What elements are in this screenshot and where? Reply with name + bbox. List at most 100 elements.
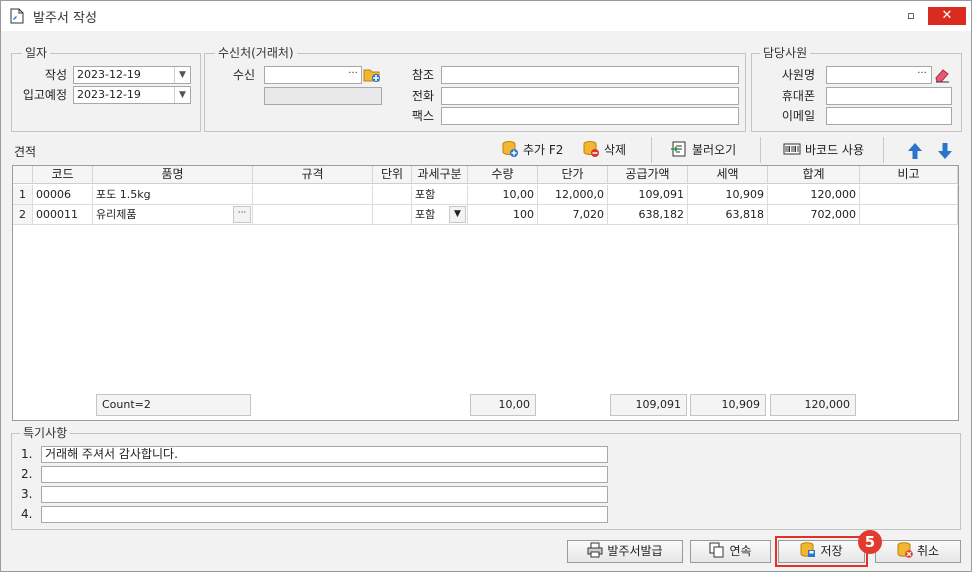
chevron-down-icon[interactable]: ▼ <box>174 87 190 103</box>
column-header[interactable]: 비고 <box>860 166 958 184</box>
grid-header: 코드 품명 규격 단위 과세구분 수량 단가 공급가액 세액 합계 비고 <box>13 166 958 184</box>
continuous-button[interactable]: 연속 <box>690 540 771 563</box>
tax-select[interactable]: 포함 ▼ <box>412 205 468 225</box>
memo-line-input[interactable] <box>41 506 608 523</box>
cell-code[interactable]: 00006 <box>33 185 93 205</box>
minimize-button[interactable]: ▫ <box>901 7 921 25</box>
cell-vat[interactable]: 10,909 <box>688 185 768 205</box>
staff-email-label: 이메일 <box>781 109 815 123</box>
recipient-group-title: 수신처(거래처) <box>215 46 297 60</box>
reference-field[interactable] <box>441 66 739 84</box>
cell-total[interactable]: 702,000 <box>768 205 860 225</box>
barcode-button[interactable]: 바코드 사용 <box>783 138 864 162</box>
row-number: 1 <box>13 185 33 205</box>
arrival-date-label: 입고예정 <box>22 88 67 102</box>
cell-note[interactable] <box>860 185 958 205</box>
cell-vat[interactable]: 63,818 <box>688 205 768 225</box>
cell-supply[interactable]: 109,091 <box>608 185 688 205</box>
close-button[interactable]: ✕ <box>928 7 966 25</box>
cell-unit[interactable] <box>373 205 412 225</box>
arrival-date-field[interactable]: 2023-12-19 ▼ <box>73 86 191 104</box>
column-header[interactable]: 합계 <box>768 166 860 184</box>
item-lookup-button[interactable]: ··· <box>233 206 251 223</box>
chevron-down-icon[interactable]: ▼ <box>449 206 466 223</box>
toolbar-divider <box>760 137 761 163</box>
cell-name-value: 유리제품 <box>96 208 137 221</box>
issue-po-button[interactable]: 발주서발급 <box>567 540 683 563</box>
cell-supply[interactable]: 638,182 <box>608 205 688 225</box>
tax-select-value: 포함 <box>415 208 436 221</box>
column-header[interactable]: 수량 <box>468 166 538 184</box>
cell-unit[interactable] <box>373 185 412 205</box>
quote-label: 견적 <box>14 145 37 159</box>
cell-code[interactable]: 000011 <box>33 205 93 225</box>
cell-price[interactable]: 12,000,0 <box>538 185 608 205</box>
delete-row-button[interactable]: 삭제 <box>582 138 626 162</box>
memo-line-input[interactable] <box>41 486 608 503</box>
table-row[interactable]: 2 000011 유리제품 ··· 포함 ▼ 100 7,020 638,182… <box>13 205 958 225</box>
items-grid: 코드 품명 규격 단위 과세구분 수량 단가 공급가액 세액 합계 비고 1 0… <box>12 165 959 421</box>
cell-spec[interactable] <box>253 205 373 225</box>
column-header[interactable]: 코드 <box>33 166 93 184</box>
staff-email-field[interactable] <box>826 107 952 125</box>
folder-add-icon[interactable] <box>363 67 381 86</box>
load-label: 불러오기 <box>692 143 737 157</box>
memo-line-input[interactable]: 거래해 주셔서 감사합니다. <box>41 446 608 463</box>
footer-total-sum: 120,000 <box>770 394 856 416</box>
chevron-down-icon[interactable]: ▼ <box>174 67 190 83</box>
cell-tax[interactable]: 포함 <box>412 185 468 205</box>
staff-lookup-button[interactable]: ··· <box>914 67 930 85</box>
memo-line-number: 4. <box>21 507 33 521</box>
phone-label: 전화 <box>411 89 434 103</box>
cell-note[interactable] <box>860 205 958 225</box>
column-header[interactable]: 품명 <box>93 166 253 184</box>
database-remove-icon <box>583 141 599 157</box>
cell-spec[interactable] <box>253 185 373 205</box>
purchase-order-window: 발주서 작성 ▫ ✕ 일자 작성 2023-12-19 ▼ 입고예정 2023-… <box>0 0 972 572</box>
cell-total[interactable]: 120,000 <box>768 185 860 205</box>
memo-line-number: 3. <box>21 487 33 501</box>
written-date-value: 2023-12-19 <box>77 68 141 81</box>
add-row-button[interactable]: 추가 F2 <box>501 138 563 162</box>
load-button[interactable]: 불러오기 <box>670 138 736 162</box>
staff-mobile-field[interactable] <box>826 87 952 105</box>
cell-qty[interactable]: 10,00 <box>468 185 538 205</box>
written-date-label: 작성 <box>44 68 67 82</box>
column-header[interactable]: 단위 <box>373 166 412 184</box>
footer-supply-sum: 109,091 <box>610 394 687 416</box>
toolbar-divider <box>651 137 652 163</box>
arrow-down-icon[interactable] <box>937 142 953 163</box>
column-header[interactable]: 규격 <box>253 166 373 184</box>
column-header[interactable]: 단가 <box>538 166 608 184</box>
cell-price[interactable]: 7,020 <box>538 205 608 225</box>
delete-row-label: 삭제 <box>604 143 627 157</box>
memo-line-number: 1. <box>21 447 33 461</box>
database-cancel-icon <box>897 542 913 558</box>
recipient-to-label: 수신 <box>232 68 255 82</box>
staff-group-title: 담당사원 <box>760 46 811 60</box>
toolbar-divider <box>883 137 884 163</box>
table-row[interactable]: 1 00006 포도 1.5kg 포함 10,00 12,000,0 109,0… <box>13 185 958 205</box>
cell-qty[interactable]: 100 <box>468 205 538 225</box>
fax-label: 팩스 <box>411 109 434 123</box>
cell-name[interactable]: 유리제품 ··· <box>93 205 253 225</box>
barcode-icon <box>783 143 801 155</box>
recipient-lookup-button[interactable]: ··· <box>345 67 361 85</box>
cancel-label: 취소 <box>916 544 940 558</box>
column-header[interactable]: 세액 <box>688 166 768 184</box>
grid-header-rownum <box>13 166 33 184</box>
footer-vat-sum: 10,909 <box>690 394 766 416</box>
fax-field[interactable] <box>441 107 739 125</box>
printer-icon <box>587 542 603 558</box>
row-number: 2 <box>13 205 33 225</box>
add-row-label: 추가 F2 <box>523 143 564 157</box>
cell-name[interactable]: 포도 1.5kg <box>93 185 253 205</box>
cancel-button[interactable]: 취소 <box>875 540 961 563</box>
column-header[interactable]: 공급가액 <box>608 166 688 184</box>
phone-field[interactable] <box>441 87 739 105</box>
written-date-field[interactable]: 2023-12-19 ▼ <box>73 66 191 84</box>
column-header[interactable]: 과세구분 <box>412 166 468 184</box>
memo-line-input[interactable] <box>41 466 608 483</box>
eraser-icon[interactable] <box>933 67 951 86</box>
arrow-up-icon[interactable] <box>907 142 923 163</box>
